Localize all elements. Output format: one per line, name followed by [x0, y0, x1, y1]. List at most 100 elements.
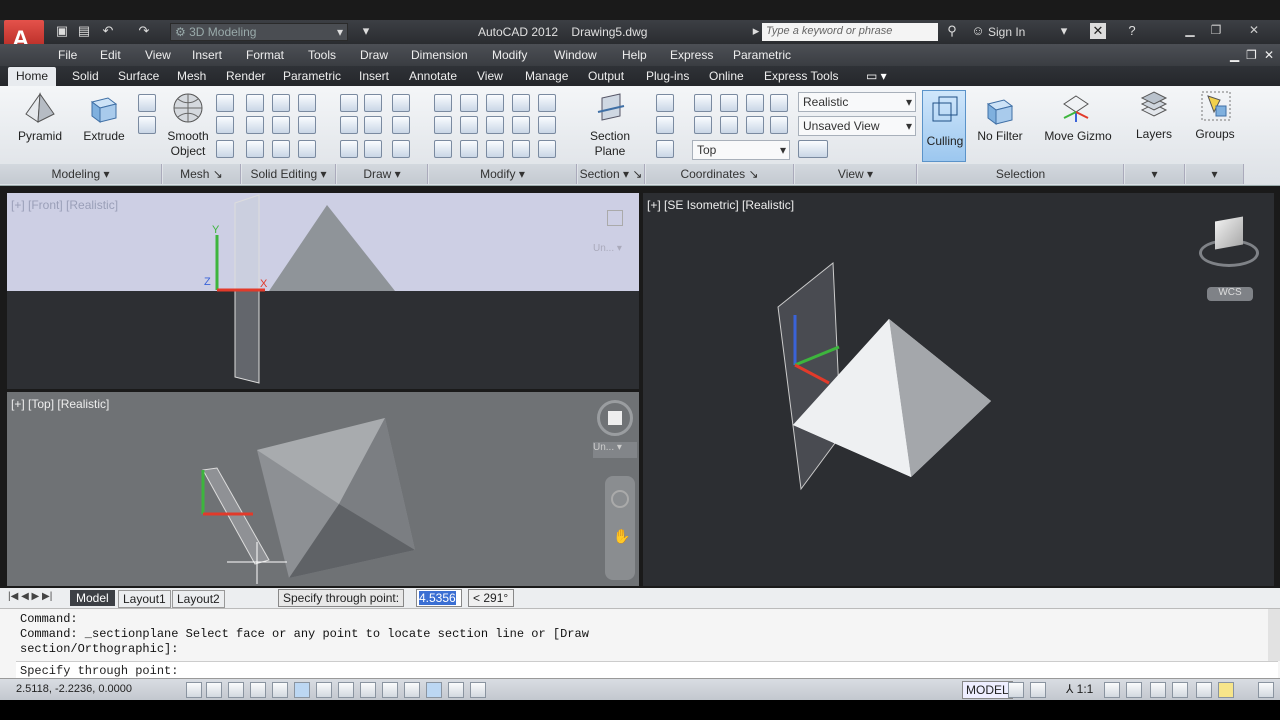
thicken-icon[interactable]: [272, 140, 290, 158]
binoculars-icon[interactable]: ⚲: [944, 23, 960, 39]
viewcube-ring-icon[interactable]: [597, 400, 633, 436]
dynamic-input-icon[interactable]: [382, 682, 398, 698]
redo-icon[interactable]: ↷: [136, 23, 152, 39]
copy-icon[interactable]: [486, 140, 504, 158]
array-icon[interactable]: [538, 140, 556, 158]
ribbon-toggle-icon[interactable]: ▭ ▾: [866, 69, 887, 83]
workspace-switching-icon[interactable]: [1150, 682, 1166, 698]
auto-scale-icon[interactable]: [1126, 682, 1142, 698]
pan-hand-icon[interactable]: ✋: [613, 528, 630, 546]
viewport-front-label[interactable]: [+] [Front] [Realistic]: [11, 198, 118, 212]
tab-parametric[interactable]: Parametric: [283, 69, 341, 83]
polyline-icon[interactable]: [364, 94, 382, 112]
tab-output[interactable]: Output: [588, 69, 624, 83]
union-icon[interactable]: [246, 94, 264, 112]
panel-view[interactable]: View ▾: [795, 164, 917, 184]
panel-selection[interactable]: Selection: [918, 164, 1124, 184]
3d-mirror-icon[interactable]: [538, 94, 556, 112]
object-snap-icon[interactable]: [294, 682, 310, 698]
ucs-view-icon[interactable]: [694, 116, 712, 134]
tab-home[interactable]: Home: [8, 67, 57, 86]
lock-icon[interactable]: [1172, 682, 1188, 698]
erase-icon[interactable]: [434, 140, 452, 158]
undo-icon[interactable]: ↶: [100, 23, 116, 39]
pyramid-button[interactable]: Pyramid: [10, 129, 70, 144]
menu-modify[interactable]: Modify: [492, 48, 527, 62]
ortho-mode-icon[interactable]: [250, 682, 266, 698]
polar-tracking-icon[interactable]: [272, 682, 288, 698]
command-input[interactable]: Specify through point:: [16, 661, 1278, 678]
viewcube-icon[interactable]: [607, 210, 623, 226]
ucs-z-icon[interactable]: [770, 116, 788, 134]
object-snap-tracking-icon[interactable]: [338, 682, 354, 698]
transparency-icon[interactable]: [426, 682, 442, 698]
doc-restore-icon[interactable]: ❐: [1246, 48, 1257, 62]
groups-panel-footer[interactable]: ▾: [1186, 164, 1244, 184]
ucs-view-combo[interactable]: Top ▾: [692, 140, 790, 160]
spline-icon[interactable]: [340, 116, 358, 134]
tab-annotate[interactable]: Annotate: [409, 69, 457, 83]
groups-button[interactable]: Groups: [1188, 127, 1242, 142]
ucs-previous-icon[interactable]: [656, 116, 674, 134]
stretch-icon[interactable]: [512, 140, 530, 158]
doc-minimize-icon[interactable]: ▁: [1230, 48, 1239, 62]
tab-manage[interactable]: Manage: [525, 69, 568, 83]
viewport-top[interactable]: [+] [Top] [Realistic] Un... ▾ ✋: [7, 392, 639, 586]
user-icon[interactable]: ☺: [970, 23, 986, 39]
panel-section[interactable]: Section ▾ ↘: [578, 164, 645, 184]
solid-tool-icon[interactable]: [138, 94, 156, 112]
extract-edges-icon[interactable]: [272, 94, 290, 112]
panel-modify[interactable]: Modify ▾: [429, 164, 577, 184]
menu-view[interactable]: View: [145, 48, 171, 62]
new-icon[interactable]: ▣: [54, 23, 70, 39]
ucs-object-icon[interactable]: [746, 94, 764, 112]
layers-button[interactable]: Layers: [1128, 127, 1180, 142]
shell-icon[interactable]: [298, 140, 316, 158]
offset-edge-icon[interactable]: [512, 116, 530, 134]
workspace-dropdown[interactable]: ⚙ 3D Modeling ▾: [170, 23, 348, 41]
fillet-edge-icon[interactable]: [538, 116, 556, 134]
tab-solid[interactable]: Solid: [72, 69, 99, 83]
named-view-combo[interactable]: Unsaved View ▾: [798, 116, 916, 136]
section-plane-button[interactable]: Section Plane: [582, 129, 638, 159]
tab-express-tools[interactable]: Express Tools: [764, 69, 838, 83]
line-icon[interactable]: [340, 94, 358, 112]
dynamic-ucs-icon[interactable]: [360, 682, 376, 698]
maximize-icon[interactable]: ❐: [1206, 23, 1226, 39]
scale-icon[interactable]: [434, 94, 452, 112]
viewport-config-icon[interactable]: [798, 140, 828, 158]
separate-icon[interactable]: [298, 116, 316, 134]
menu-window[interactable]: Window: [554, 48, 597, 62]
ucs-unnamed-top[interactable]: Un... ▾: [593, 442, 637, 458]
ucs-y-icon[interactable]: [746, 116, 764, 134]
viewport-iso-label[interactable]: [+] [SE Isometric] [Realistic]: [647, 198, 794, 212]
close-icon[interactable]: ✕: [1244, 23, 1264, 39]
panel-mesh[interactable]: Mesh ↘: [163, 164, 241, 184]
ucs-3point-icon[interactable]: [720, 94, 738, 112]
viewport-top-label[interactable]: [+] [Top] [Realistic]: [11, 397, 109, 411]
quick-properties-icon[interactable]: [448, 682, 464, 698]
viewcube-icon[interactable]: [1199, 216, 1259, 269]
mesh-refine-icon[interactable]: [216, 116, 234, 134]
lineweight-icon[interactable]: [404, 682, 420, 698]
fillet-icon[interactable]: [434, 116, 452, 134]
annotation-scale[interactable]: ⅄ 1:1: [1066, 682, 1093, 696]
exchange-icon[interactable]: ✕: [1090, 23, 1106, 39]
annotation-visibility-icon[interactable]: [1104, 682, 1120, 698]
search-input[interactable]: Type a keyword or phrase: [762, 23, 938, 41]
tab-render[interactable]: Render: [226, 69, 265, 83]
3d-rotate-icon[interactable]: [460, 94, 478, 112]
mesh-smooth-more-icon[interactable]: [216, 94, 234, 112]
smooth-object-button[interactable]: Smooth Object: [160, 129, 216, 159]
visual-style-combo[interactable]: Realistic ▾: [798, 92, 916, 112]
polygon-icon[interactable]: [340, 140, 358, 158]
menu-edit[interactable]: Edit: [100, 48, 121, 62]
circle-icon[interactable]: [392, 116, 410, 134]
tab-model[interactable]: Model: [70, 590, 115, 606]
extrude-button[interactable]: Extrude: [76, 129, 132, 144]
tab-insert[interactable]: Insert: [359, 69, 389, 83]
rectangle-icon[interactable]: [364, 140, 382, 158]
panel-solid-editing[interactable]: Solid Editing ▾: [242, 164, 336, 184]
ucs-face-icon[interactable]: [770, 94, 788, 112]
viewport-se-isometric[interactable]: [+] [SE Isometric] [Realistic] WCS: [643, 193, 1274, 586]
